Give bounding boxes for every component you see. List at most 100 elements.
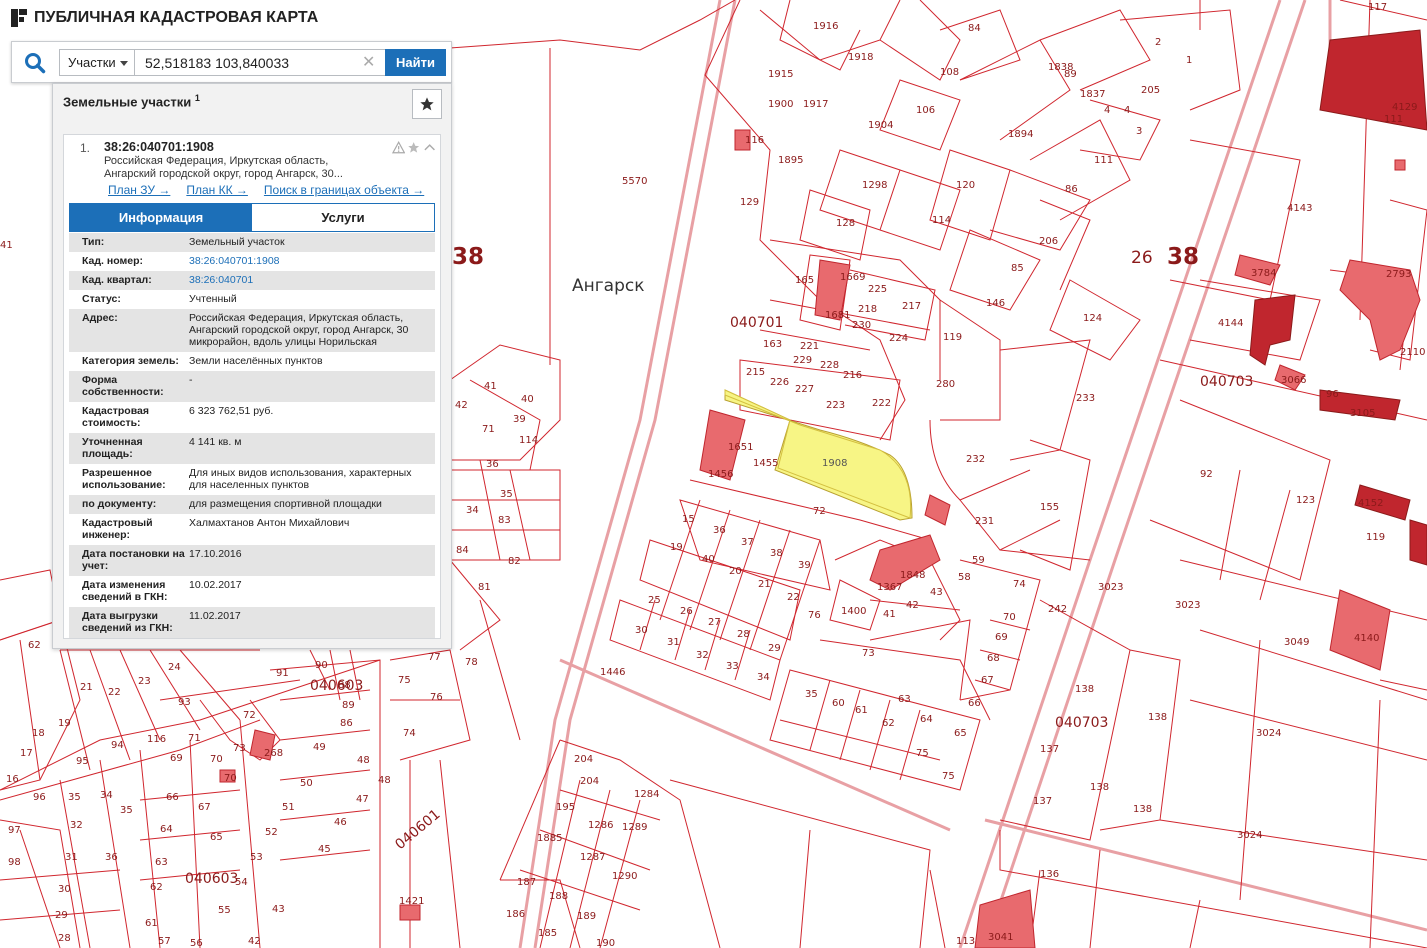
cad-quarter-link[interactable]: 38:26:040701 <box>189 274 429 286</box>
svg-text:4129: 4129 <box>1392 102 1417 113</box>
svg-text:229: 229 <box>793 355 812 366</box>
svg-text:113: 113 <box>956 936 975 947</box>
svg-text:42: 42 <box>906 600 919 611</box>
svg-text:17: 17 <box>20 748 33 759</box>
svg-text:43: 43 <box>272 904 285 915</box>
table-row: Статус: Учтенный <box>69 290 435 309</box>
svg-text:89: 89 <box>1064 69 1077 80</box>
result-actions <box>392 141 436 155</box>
svg-text:1908: 1908 <box>822 458 847 469</box>
search-in-bounds-link[interactable]: Поиск в границах объекта → <box>264 183 424 197</box>
svg-text:3105: 3105 <box>1350 408 1375 419</box>
svg-text:89: 89 <box>342 700 355 711</box>
svg-text:35: 35 <box>805 689 818 700</box>
svg-text:223: 223 <box>826 400 845 411</box>
svg-text:35: 35 <box>68 792 81 803</box>
svg-text:35: 35 <box>500 489 513 500</box>
svg-text:48: 48 <box>357 755 370 766</box>
svg-text:3024: 3024 <box>1256 728 1281 739</box>
svg-text:90: 90 <box>315 660 328 671</box>
svg-text:1651: 1651 <box>728 442 753 453</box>
tab-information[interactable]: Информация <box>70 204 252 231</box>
svg-text:32: 32 <box>70 820 83 831</box>
svg-text:1895: 1895 <box>778 155 803 166</box>
svg-text:62: 62 <box>882 718 895 729</box>
svg-text:67: 67 <box>981 675 994 686</box>
svg-text:40: 40 <box>521 394 534 405</box>
svg-text:22: 22 <box>787 592 800 603</box>
chevron-up-icon[interactable] <box>423 141 436 154</box>
tab-services[interactable]: Услуги <box>252 204 434 231</box>
svg-text:68: 68 <box>987 653 1000 664</box>
svg-text:1400: 1400 <box>841 606 866 617</box>
svg-text:42: 42 <box>248 936 261 947</box>
svg-text:50: 50 <box>300 778 313 789</box>
results-panel: Земельные участки 1 1. 38:26:040701:1908… <box>52 83 452 649</box>
svg-text:57: 57 <box>158 936 171 947</box>
svg-text:138: 138 <box>1133 804 1152 815</box>
svg-text:040603: 040603 <box>185 871 238 887</box>
svg-text:1918: 1918 <box>848 52 873 63</box>
svg-text:21: 21 <box>758 579 771 590</box>
search-icon[interactable] <box>24 52 46 74</box>
svg-text:72: 72 <box>243 710 256 721</box>
svg-text:72: 72 <box>813 506 826 517</box>
svg-text:2110: 2110 <box>1400 347 1425 358</box>
table-row: Дата изменения сведений в ГКН: 10.02.2017 <box>69 576 435 607</box>
svg-text:119: 119 <box>943 332 962 343</box>
svg-text:3023: 3023 <box>1098 582 1123 593</box>
svg-text:95: 95 <box>76 756 89 767</box>
svg-text:217: 217 <box>902 301 921 312</box>
table-row: Форма собственности: - <box>69 371 435 402</box>
cad-number-link[interactable]: 38:26:040701:1908 <box>189 255 429 267</box>
svg-text:73: 73 <box>233 743 246 754</box>
svg-text:28: 28 <box>58 933 71 944</box>
svg-text:32: 32 <box>696 650 709 661</box>
svg-text:69: 69 <box>995 632 1008 643</box>
result-card[interactable]: 1. 38:26:040701:1908 Российская Федераци… <box>63 134 441 639</box>
svg-text:30: 30 <box>58 884 71 895</box>
search-type-label: Участки <box>68 55 116 70</box>
svg-text:3049: 3049 <box>1284 637 1309 648</box>
svg-text:190: 190 <box>596 938 615 948</box>
search-type-select[interactable]: Участки <box>59 49 135 76</box>
app-header: ПУБЛИЧНАЯ КАДАСТРОВАЯ КАРТА <box>10 6 318 30</box>
svg-text:36: 36 <box>713 525 726 536</box>
svg-text:1916: 1916 <box>813 21 838 32</box>
svg-text:2793: 2793 <box>1386 269 1411 280</box>
star-icon <box>420 97 434 111</box>
svg-text:5570: 5570 <box>622 176 647 187</box>
plan-zu-link[interactable]: План ЗУ → <box>108 183 170 197</box>
svg-text:42: 42 <box>455 400 468 411</box>
svg-text:30: 30 <box>635 625 648 636</box>
svg-text:216: 216 <box>843 370 862 381</box>
search-input[interactable] <box>134 49 386 76</box>
svg-text:155: 155 <box>1040 502 1059 513</box>
svg-text:114: 114 <box>932 215 951 226</box>
svg-text:1681: 1681 <box>825 310 850 321</box>
plan-kk-link[interactable]: План КК → <box>186 183 248 197</box>
favorite-button[interactable] <box>412 89 442 119</box>
svg-text:189: 189 <box>577 911 596 922</box>
panel-title: Земельные участки 1 <box>63 93 200 110</box>
svg-text:204: 204 <box>574 754 593 765</box>
svg-text:18: 18 <box>32 728 45 739</box>
svg-text:63: 63 <box>155 857 168 868</box>
warning-icon[interactable] <box>392 141 406 154</box>
svg-text:225: 225 <box>868 284 887 295</box>
star-icon[interactable] <box>407 141 420 154</box>
find-button[interactable]: Найти <box>385 49 446 76</box>
svg-text:116: 116 <box>147 734 166 745</box>
svg-text:62: 62 <box>28 640 41 651</box>
chevron-down-icon <box>120 61 128 66</box>
svg-text:75: 75 <box>942 771 955 782</box>
svg-text:111: 111 <box>1094 155 1113 166</box>
clear-icon[interactable]: ✕ <box>362 52 375 71</box>
svg-text:66: 66 <box>968 698 981 709</box>
svg-text:64: 64 <box>920 714 933 725</box>
svg-text:83: 83 <box>498 515 511 526</box>
svg-text:84: 84 <box>456 545 469 556</box>
svg-text:3066: 3066 <box>1281 375 1306 386</box>
svg-text:31: 31 <box>667 637 680 648</box>
svg-text:46: 46 <box>334 817 347 828</box>
